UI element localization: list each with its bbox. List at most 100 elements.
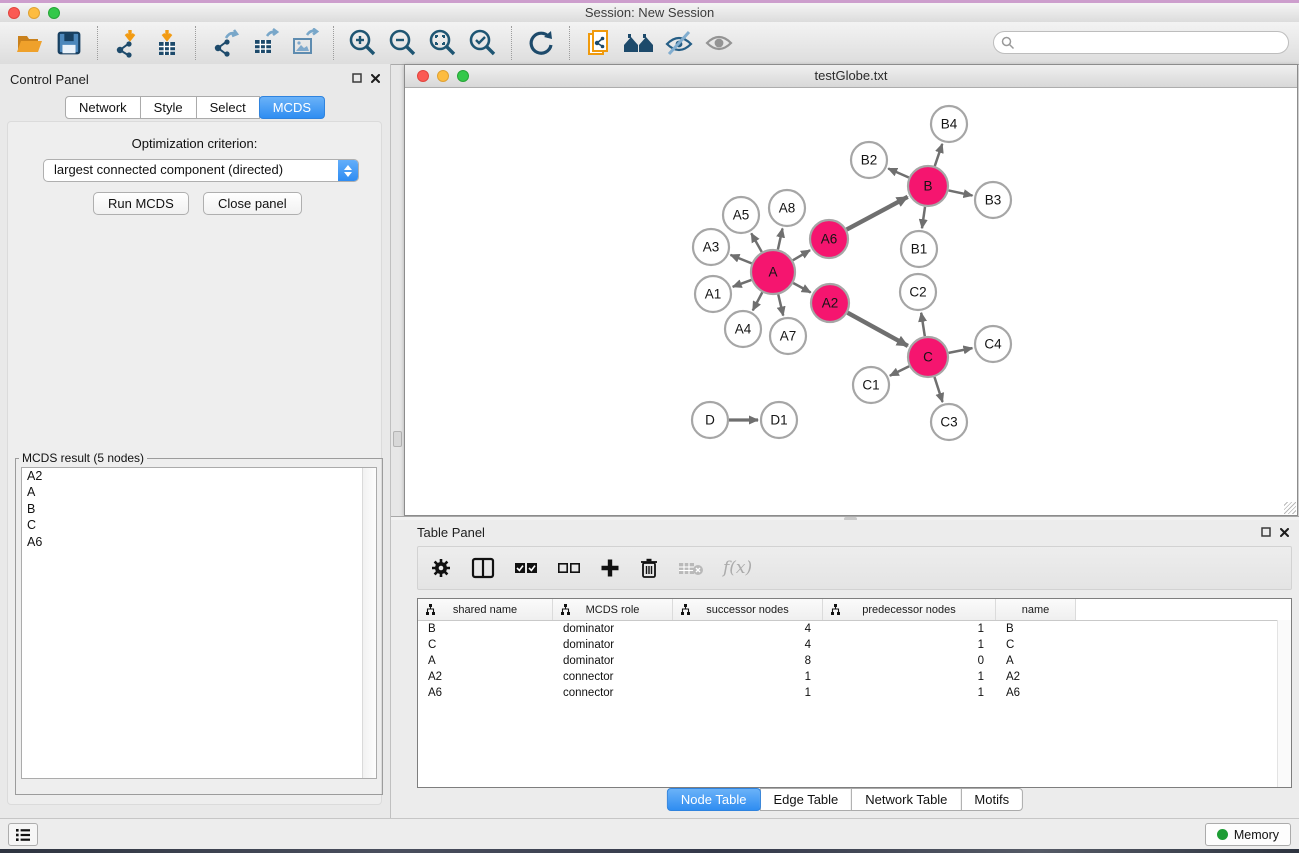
column-header-name[interactable]: name — [996, 599, 1076, 620]
graph-edge-B-B1[interactable] — [922, 207, 925, 228]
graph-node-C2[interactable]: C2 — [900, 274, 936, 310]
table-cell[interactable]: B — [418, 621, 553, 637]
table-cell[interactable]: 1 — [823, 637, 996, 653]
table-scrollbar[interactable] — [1277, 620, 1291, 787]
column-header-mcds-role[interactable]: MCDS role — [553, 599, 673, 620]
table-cell[interactable]: 4 — [673, 621, 823, 637]
window-resize-grip[interactable] — [1284, 502, 1296, 514]
graph-edge-C-C3[interactable] — [934, 377, 942, 402]
table-row[interactable]: Adominator80A — [418, 653, 1291, 669]
column-header-predecessor-nodes[interactable]: predecessor nodes — [823, 599, 996, 620]
graph-edge-A-A7[interactable] — [778, 294, 783, 315]
table-cell[interactable]: 1 — [823, 621, 996, 637]
close-table-panel-icon[interactable] — [1280, 528, 1289, 537]
table-cell[interactable]: B — [996, 621, 1076, 637]
import-table-button[interactable] — [150, 27, 184, 59]
table-cell[interactable]: 1 — [823, 685, 996, 701]
table-settings-button[interactable] — [430, 557, 452, 579]
table-cell[interactable]: 4 — [673, 637, 823, 653]
zoom-in-button[interactable] — [346, 27, 380, 59]
graph-node-A8[interactable]: A8 — [769, 190, 805, 226]
task-history-button[interactable] — [8, 823, 38, 846]
table-cell[interactable]: 1 — [673, 669, 823, 685]
graph-edge-A-A8[interactable] — [778, 229, 783, 250]
graph-node-C4[interactable]: C4 — [975, 326, 1011, 362]
mcds-result-item[interactable]: A2 — [22, 468, 376, 484]
export-table-button[interactable] — [248, 27, 282, 59]
add-column-button[interactable] — [600, 558, 620, 578]
float-table-panel-icon[interactable] — [1261, 527, 1271, 537]
table-row[interactable]: A2connector11A2 — [418, 669, 1291, 685]
table-cell[interactable]: connector — [553, 669, 673, 685]
table-cell[interactable]: A2 — [996, 669, 1076, 685]
table-cell[interactable]: A — [418, 653, 553, 669]
graph-node-B3[interactable]: B3 — [975, 182, 1011, 218]
graph-edge-A-A6[interactable] — [793, 250, 810, 260]
function-builder-button[interactable]: f(x) — [723, 558, 752, 578]
mcds-result-item[interactable]: A6 — [22, 534, 376, 550]
network-from-selection-button[interactable] — [582, 27, 616, 59]
export-network-button[interactable] — [208, 27, 242, 59]
first-neighbors-button[interactable] — [622, 27, 656, 59]
network-window-titlebar[interactable]: testGlobe.txt — [405, 65, 1297, 88]
column-header-shared-name[interactable]: shared name — [418, 599, 553, 620]
graph-node-B4[interactable]: B4 — [931, 106, 967, 142]
tab-style[interactable]: Style — [140, 96, 197, 119]
table-cell[interactable]: 1 — [673, 685, 823, 701]
tab-network[interactable]: Network — [65, 96, 141, 119]
graph-node-A5[interactable]: A5 — [723, 197, 759, 233]
close-panel-icon[interactable] — [371, 74, 380, 83]
clear-table-button[interactable] — [678, 559, 704, 577]
result-scrollbar[interactable] — [362, 468, 376, 778]
graph-node-C3[interactable]: C3 — [931, 404, 967, 440]
tab-mcds[interactable]: MCDS — [259, 96, 325, 119]
tab-select[interactable]: Select — [196, 96, 260, 119]
search-box[interactable] — [993, 31, 1289, 54]
graph-edge-B-B2[interactable] — [888, 168, 909, 177]
table-cell[interactable]: A2 — [418, 669, 553, 685]
table-cell[interactable]: C — [996, 637, 1076, 653]
graph-edge-C-C4[interactable] — [949, 348, 973, 353]
graph-edge-A-A2[interactable] — [793, 283, 810, 293]
mcds-result-item[interactable]: C — [22, 517, 376, 533]
save-session-button[interactable] — [52, 27, 86, 59]
table-cell[interactable]: connector — [553, 685, 673, 701]
graph-edge-A-A1[interactable] — [733, 280, 752, 287]
graph-node-A4[interactable]: A4 — [725, 311, 761, 347]
import-network-button[interactable] — [110, 27, 144, 59]
open-file-button[interactable] — [12, 27, 46, 59]
graph-node-D[interactable]: D — [692, 402, 728, 438]
graph-node-A2[interactable]: A2 — [811, 284, 849, 322]
table-cell[interactable]: A6 — [996, 685, 1076, 701]
tab-edge-table[interactable]: Edge Table — [759, 788, 852, 811]
dropdown-stepper[interactable] — [338, 160, 358, 181]
graph-edge-A-A3[interactable] — [730, 255, 751, 264]
table-cell[interactable]: 1 — [823, 669, 996, 685]
graph-edge-C-C2[interactable] — [921, 313, 925, 336]
graph-node-A6[interactable]: A6 — [810, 220, 848, 258]
graph-edge-A2-C[interactable] — [848, 313, 908, 346]
graph-node-A7[interactable]: A7 — [770, 318, 806, 354]
graph-node-A[interactable]: A — [751, 250, 795, 294]
graph-edge-C-C1[interactable] — [890, 366, 909, 375]
graph-node-A1[interactable]: A1 — [695, 276, 731, 312]
run-mcds-button[interactable]: Run MCDS — [93, 192, 189, 215]
table-cell[interactable]: 8 — [673, 653, 823, 669]
select-all-rows-button[interactable] — [514, 561, 538, 575]
zoom-out-button[interactable] — [386, 27, 420, 59]
show-all-button[interactable] — [702, 27, 736, 59]
column-header-successor-nodes[interactable]: successor nodes — [673, 599, 823, 620]
graph-node-C[interactable]: C — [908, 337, 948, 377]
network-canvas[interactable]: B4B2BB3B1A5A8A3A6AA1C2A2A4A7CC4C1C3DD1 — [405, 88, 1297, 515]
mcds-result-item[interactable]: A — [22, 484, 376, 500]
criterion-dropdown[interactable]: largest connected component (directed) — [43, 159, 359, 182]
export-image-button[interactable] — [288, 27, 322, 59]
table-cell[interactable]: C — [418, 637, 553, 653]
hide-selected-button[interactable] — [662, 27, 696, 59]
graph-node-C1[interactable]: C1 — [853, 367, 889, 403]
graph-node-B[interactable]: B — [908, 166, 948, 206]
table-cell[interactable]: 0 — [823, 653, 996, 669]
search-input[interactable] — [1015, 34, 1288, 52]
graph-node-B2[interactable]: B2 — [851, 142, 887, 178]
graph-node-D1[interactable]: D1 — [761, 402, 797, 438]
